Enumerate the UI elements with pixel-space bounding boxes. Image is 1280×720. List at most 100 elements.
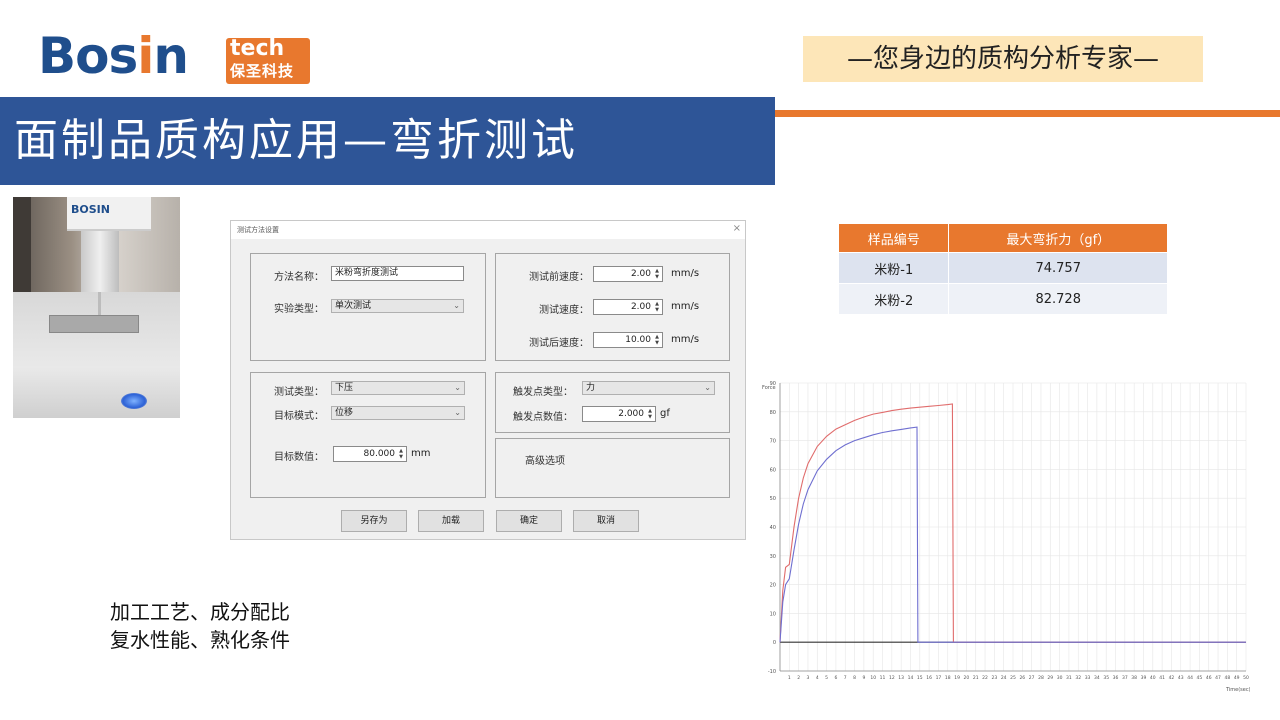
max-force-cell: 74.757 <box>948 252 1168 284</box>
trigger-group: 触发点类型： 力 ⌄ 触发点数值： 2.000 ▲ ▼ gf <box>495 372 730 433</box>
logo-tech-badge: tech 保圣科技 <box>226 36 310 84</box>
x-tick-label: 16 <box>926 675 932 681</box>
x-tick-label: 46 <box>1206 675 1212 681</box>
x-tick-label: 23 <box>991 675 997 681</box>
analyzer-base <box>13 292 180 418</box>
y-tick-label: 0 <box>773 640 776 646</box>
x-tick-label: 24 <box>1001 675 1007 681</box>
target-value-input[interactable]: 80.000 ▲ ▼ <box>333 446 407 462</box>
analyzer-logo: BOSIN <box>71 203 110 216</box>
x-tick-label: 6 <box>834 675 837 681</box>
y-tick-label: 10 <box>770 611 776 617</box>
x-tick-label: 15 <box>917 675 923 681</box>
force-time-chart: -1001020304050607080901 2 3 4 5 6 7 8 9 10 11 12 13 1… <box>762 381 1250 693</box>
method-group: 方法名称： 米粉弯折度测试 实验类型： 单次测试 ⌄ <box>250 253 486 361</box>
table-header-row: 样品编号 最大弯折力（gf） <box>837 223 1168 253</box>
test-speed-input[interactable]: 2.00 ▲ ▼ <box>593 299 663 315</box>
ok-button[interactable]: 确定 <box>496 510 562 532</box>
logo-chinese-text: 保圣科技 <box>230 62 295 80</box>
x-tick-label: 47 <box>1215 675 1221 681</box>
target-mode-select[interactable]: 位移 ⌄ <box>331 406 465 420</box>
x-tick-label: 30 <box>1057 675 1063 681</box>
x-tick-label: 18 <box>945 675 951 681</box>
x-tick-label: 37 <box>1122 675 1128 681</box>
x-tick-label: 12 <box>889 675 895 681</box>
x-tick-label: 40 <box>1150 675 1156 681</box>
analyzer-head: BOSIN <box>67 197 151 231</box>
slogan-banner: —您身边的质构分析专家— <box>803 36 1203 82</box>
table-row: 米粉-1 74.757 <box>837 252 1168 284</box>
results-table: 样品编号 最大弯折力（gf） 米粉-1 74.757 米粉-2 82.728 <box>837 223 1168 315</box>
target-value-label: 目标数值： <box>274 452 324 463</box>
x-tick-label: 14 <box>908 675 914 681</box>
dialog-titlebar: 测试方法设置 × <box>231 221 745 239</box>
x-tick-label: 11 <box>880 675 886 681</box>
chevron-down-icon: ⌄ <box>454 408 461 417</box>
test-speed-value: 2.00 <box>630 302 651 312</box>
y-tick-label: 50 <box>770 496 776 502</box>
close-icon[interactable]: × <box>733 223 741 234</box>
x-tick-label: 39 <box>1141 675 1147 681</box>
save-as-button[interactable]: 另存为 <box>341 510 407 532</box>
slide-title: 面制品质构应用—弯折测试 <box>14 115 578 166</box>
post-speed-value: 10.00 <box>625 335 651 345</box>
x-tick-label: 22 <box>982 675 988 681</box>
trigger-value-label: 触发点数值： <box>513 412 573 423</box>
advanced-options-group[interactable]: 高级选项 <box>495 438 730 498</box>
x-tick-label: 42 <box>1169 675 1175 681</box>
x-tick-label: 7 <box>844 675 847 681</box>
brand-logo: Bosin tech 保圣科技 <box>38 26 310 86</box>
x-tick-label: 5 <box>825 675 828 681</box>
bending-fixture <box>49 315 139 333</box>
sample-id-cell: 米粉-1 <box>837 252 950 284</box>
trigger-value-input[interactable]: 2.000 ▲ ▼ <box>582 406 656 422</box>
x-tick-label: 41 <box>1159 675 1165 681</box>
notes-line-2: 复水性能、熟化条件 <box>110 628 290 652</box>
column-header-max-force: 最大弯折力（gf） <box>948 223 1168 253</box>
y-tick-label: 20 <box>770 583 776 589</box>
test-method-dialog: 测试方法设置 × 方法名称： 米粉弯折度测试 实验类型： 单次测试 ⌄ 测试前速… <box>230 220 746 540</box>
table-row: 米粉-2 82.728 <box>837 283 1168 315</box>
x-tick-label: 34 <box>1094 675 1100 681</box>
target-mode-value: 位移 <box>335 408 354 418</box>
target-mode-label: 目标模式： <box>274 411 324 422</box>
x-axis-label: Time(sec) <box>1225 687 1250 693</box>
notes-line-1: 加工工艺、成分配比 <box>110 600 290 624</box>
target-value-value: 80.000 <box>363 449 396 459</box>
x-tick-label: 9 <box>862 675 865 681</box>
x-tick-label: 45 <box>1197 675 1203 681</box>
pre-speed-input[interactable]: 2.00 ▲ ▼ <box>593 266 663 282</box>
experiment-type-label: 实验类型： <box>274 304 324 315</box>
pre-speed-label: 测试前速度： <box>529 272 589 283</box>
x-tick-label: 4 <box>816 675 819 681</box>
y-tick-label: 30 <box>770 554 776 560</box>
x-tick-label: 49 <box>1234 675 1240 681</box>
orange-divider <box>775 110 1280 117</box>
y-axis-label: Force <box>762 385 776 391</box>
method-name-input[interactable]: 米粉弯折度测试 <box>331 266 464 281</box>
x-tick-label: 38 <box>1131 675 1137 681</box>
application-notes: 加工工艺、成分配比 复水性能、熟化条件 <box>110 598 290 654</box>
x-tick-label: 17 <box>936 675 942 681</box>
x-tick-label: 8 <box>853 675 856 681</box>
spinner-icon[interactable]: ▲ ▼ <box>653 301 661 313</box>
test-type-select[interactable]: 下压 ⌄ <box>331 381 465 395</box>
spinner-icon[interactable]: ▲ ▼ <box>653 334 661 346</box>
cancel-button[interactable]: 取消 <box>573 510 639 532</box>
test-type-value: 下压 <box>335 383 354 393</box>
trigger-type-select[interactable]: 力 ⌄ <box>582 381 715 395</box>
load-button[interactable]: 加载 <box>418 510 484 532</box>
spinner-icon[interactable]: ▲ ▼ <box>653 268 661 280</box>
trigger-unit: gf <box>660 408 670 419</box>
x-tick-label: 31 <box>1066 675 1072 681</box>
post-speed-input[interactable]: 10.00 ▲ ▼ <box>593 332 663 348</box>
spinner-icon[interactable]: ▲ ▼ <box>397 448 405 460</box>
pre-speed-value: 2.00 <box>630 269 651 279</box>
title-bar: 面制品质构应用—弯折测试 <box>0 97 775 185</box>
x-tick-label: 19 <box>954 675 960 681</box>
x-tick-label: 21 <box>973 675 979 681</box>
experiment-type-select[interactable]: 单次测试 ⌄ <box>331 299 464 313</box>
test-speed-label: 测试速度： <box>539 305 589 316</box>
spinner-icon[interactable]: ▲ ▼ <box>646 408 654 420</box>
chevron-down-icon: ⌄ <box>453 301 460 310</box>
